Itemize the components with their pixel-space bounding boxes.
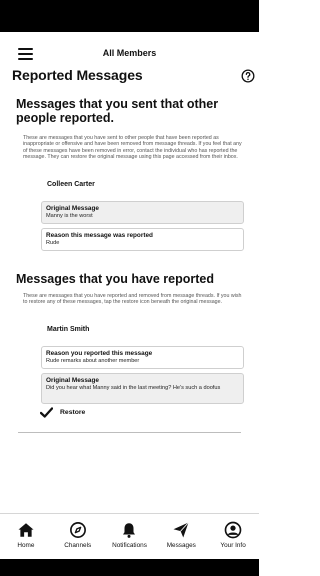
nav-channels[interactable]: Channels — [52, 514, 104, 559]
home-icon — [18, 523, 34, 537]
original-message-card: Original Message Manny is the worst — [41, 201, 244, 224]
nav-channels-label: Channels — [64, 542, 92, 549]
nav-notifications[interactable]: Notifications — [104, 514, 156, 559]
your-reason-card: Reason you reported this message Rude re… — [41, 346, 244, 369]
nav-messages[interactable]: Messages — [155, 514, 207, 559]
nav-your-info-label: Your Info — [220, 542, 246, 549]
reporter-name: Colleen Carter — [47, 181, 95, 188]
paper-plane-icon — [173, 522, 190, 538]
user-circle-icon — [224, 521, 242, 539]
bell-icon — [123, 523, 136, 538]
top-bar: All Members — [0, 40, 259, 66]
sent-section-heading: Messages that you sent that other people… — [16, 97, 219, 125]
nav-home[interactable]: Home — [0, 514, 52, 559]
reported-original-text: Did you hear what Manny said in the last… — [46, 385, 221, 391]
reported-section-heading: Messages that you have reported — [16, 272, 214, 286]
report-reason-text: Rude — [46, 240, 60, 246]
status-bar — [0, 0, 259, 32]
page-title: Reported Messages — [12, 67, 143, 83]
original-message-text: Manny is the worst — [46, 213, 93, 219]
nav-your-info[interactable]: Your Info — [207, 514, 259, 559]
reported-person-name: Martin Smith — [47, 326, 90, 333]
header-title: All Members — [102, 48, 157, 58]
nav-home-label: Home — [17, 542, 35, 549]
your-reason-text: Rude remarks about another member — [46, 358, 140, 364]
your-reason-title: Reason you reported this message — [46, 350, 153, 357]
reported-original-message-card: Original Message Did you hear what Manny… — [41, 373, 244, 404]
compass-icon — [69, 522, 86, 538]
report-reason-title: Reason this message was reported — [46, 232, 153, 239]
nav-messages-label: Messages — [166, 542, 196, 549]
question-circle-icon[interactable] — [241, 69, 255, 83]
original-message-title: Original Message — [46, 205, 99, 212]
restore-label: Restore — [60, 408, 86, 416]
checkmark-icon[interactable] — [40, 406, 53, 418]
report-reason-card: Reason this message was reported Rude — [41, 228, 244, 251]
reported-section-description: These are messages that you have reporte… — [23, 293, 242, 306]
sent-section-description: These are messages that you have sent to… — [23, 135, 242, 161]
restore-button[interactable]: Restore — [40, 405, 85, 419]
system-nav-bar — [0, 559, 259, 576]
reported-original-title: Original Message — [46, 377, 99, 384]
bottom-nav: Home Channels Notifications Messages You… — [0, 513, 259, 559]
nav-notifications-label: Notifications — [112, 542, 147, 549]
divider — [18, 432, 241, 433]
